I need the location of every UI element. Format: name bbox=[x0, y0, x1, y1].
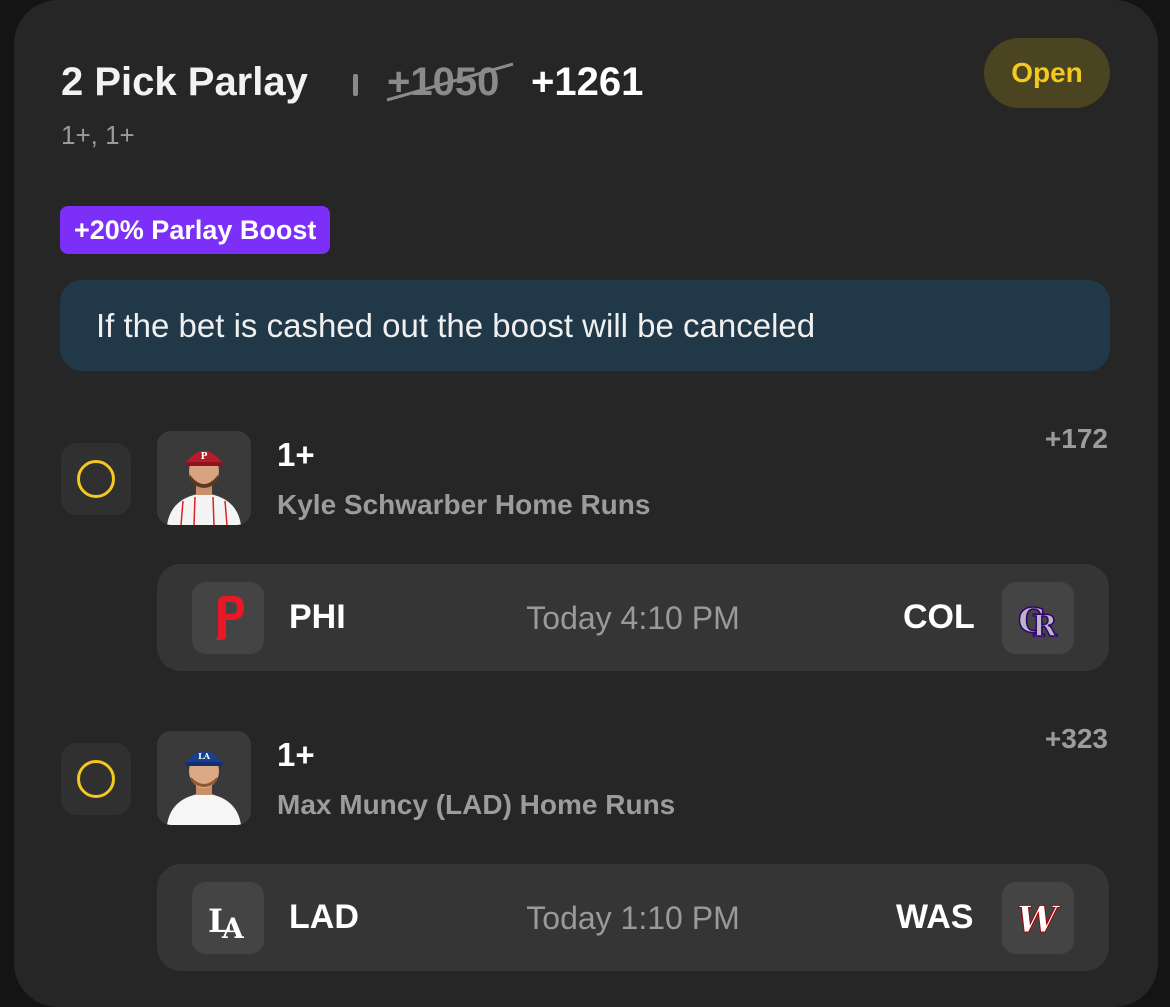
home-team-abbr: LAD bbox=[289, 898, 359, 936]
parlay-boost-badge: +20% Parlay Boost bbox=[60, 206, 331, 254]
leg-line: 1+ bbox=[277, 736, 315, 773]
game-info: L A LAD Today 1:10 PM WAS W bbox=[157, 864, 1109, 971]
leg-select-toggle[interactable] bbox=[61, 743, 131, 815]
game-info: PHI Today 4:10 PM COL C R bbox=[157, 564, 1109, 671]
radio-circle-icon bbox=[77, 460, 115, 498]
leg-market: Max Muncy (LAD) Home Runs bbox=[277, 789, 676, 820]
boosted-odds: +1261 bbox=[531, 60, 644, 104]
svg-text:W: W bbox=[1017, 899, 1061, 941]
svg-text:P: P bbox=[201, 452, 208, 462]
leg-select-toggle[interactable] bbox=[61, 443, 131, 515]
game-time: Today 4:10 PM bbox=[526, 600, 740, 636]
parlay-subtitle: 1+, 1+ bbox=[61, 120, 135, 150]
away-team-abbr: COL bbox=[903, 598, 975, 636]
rockies-logo-icon: C R bbox=[1002, 582, 1074, 654]
leg-odds: +323 bbox=[1044, 723, 1108, 754]
parlay-title: 2 Pick Parlay bbox=[61, 60, 308, 104]
title-divider bbox=[353, 74, 358, 96]
dodgers-logo-icon: L A bbox=[192, 882, 264, 954]
strikethrough-line bbox=[386, 62, 514, 102]
player-avatar: LA bbox=[157, 731, 251, 825]
player-avatar: P bbox=[157, 431, 251, 525]
svg-text:LA: LA bbox=[198, 751, 211, 761]
player-headshot-icon: LA bbox=[157, 731, 251, 825]
nationals-logo-icon: W bbox=[1002, 882, 1074, 954]
svg-text:A: A bbox=[221, 912, 245, 944]
away-team-abbr: WAS bbox=[896, 898, 974, 936]
player-headshot-icon: P bbox=[157, 431, 251, 525]
radio-circle-icon bbox=[77, 760, 115, 798]
svg-text:R: R bbox=[1032, 609, 1058, 644]
home-team-abbr: PHI bbox=[289, 598, 346, 636]
phillies-logo-icon bbox=[192, 582, 264, 654]
status-badge: Open bbox=[984, 38, 1110, 108]
leg-market: Kyle Schwarber Home Runs bbox=[277, 489, 651, 520]
leg-line: 1+ bbox=[277, 436, 315, 473]
game-time: Today 1:10 PM bbox=[526, 900, 740, 936]
leg-odds: +172 bbox=[1044, 423, 1108, 454]
cashout-notice: If the bet is cashed out the boost will … bbox=[60, 280, 1110, 371]
